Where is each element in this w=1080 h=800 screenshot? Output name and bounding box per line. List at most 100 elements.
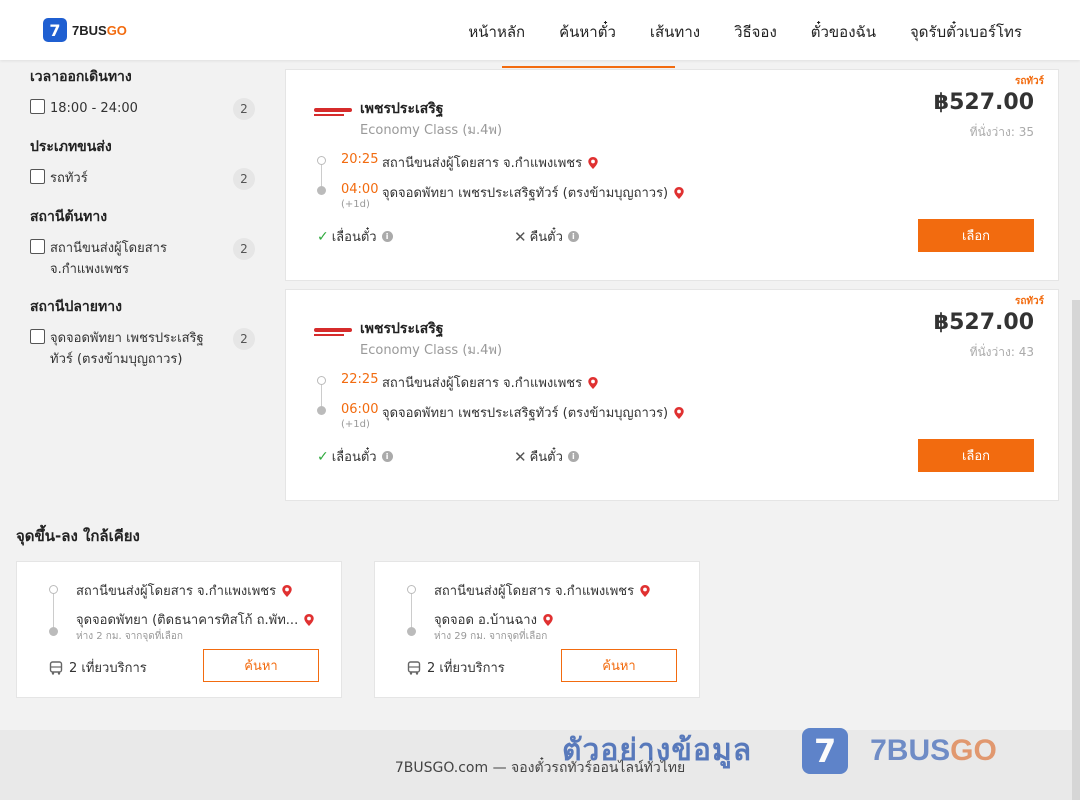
bus-icon <box>407 660 421 675</box>
filter-option[interactable]: จุดจอดพัทยา เพชรประเสริฐทัวร์ (ตรงข้ามบุ… <box>30 328 255 370</box>
logo-mark: 7 <box>43 18 67 42</box>
filter-option[interactable]: รถทัวร์ 2 <box>30 168 255 190</box>
operator-logo <box>314 328 352 338</box>
main-nav: หน้าหลัก ค้นหาตั๋ว เส้นทาง วิธีจอง ตั๋วข… <box>434 20 1022 44</box>
nearby-search-button[interactable]: ค้นหา <box>561 649 677 682</box>
arrival-time: 04:00 <box>341 182 379 197</box>
page-scrollbar[interactable] <box>1072 300 1080 800</box>
nearby-distance: ห่าง 2 กม. จากจุดที่เลือก <box>76 631 183 642</box>
departure-stop[interactable]: สถานีขนส่งผู้โดยสาร จ.กำแพงเพชร <box>382 152 599 173</box>
filter-group-transport-type: ประเภทขนส่ง รถทัวร์ 2 <box>30 136 255 190</box>
info-icon[interactable]: i <box>381 231 393 242</box>
filter-checkbox[interactable] <box>30 329 45 344</box>
transport-type-tag: รถทัวร์ <box>1014 296 1044 307</box>
nearby-destination[interactable]: จุดจอด อ.บ้านฉาง <box>434 609 554 630</box>
map-pin-icon <box>304 613 314 626</box>
map-pin-icon <box>543 613 553 626</box>
departure-stop[interactable]: สถานีขนส่งผู้โดยสาร จ.กำแพงเพชร <box>382 372 599 393</box>
route-destination-dot <box>49 627 58 636</box>
info-icon[interactable]: i <box>381 451 393 462</box>
next-day-indicator: (+1d) <box>341 419 370 430</box>
route-destination-dot <box>317 186 326 195</box>
route-destination-dot <box>407 627 416 636</box>
reschedule-policy: ✓ เลื่อนตั๋ว i <box>317 226 393 247</box>
select-trip-button[interactable]: เลือก <box>918 219 1034 252</box>
filter-group-departure-time: เวลาออกเดินทาง 18:00 - 24:00 2 <box>30 66 255 120</box>
filter-checkbox[interactable] <box>30 99 45 114</box>
map-pin-icon <box>588 376 598 389</box>
nav-routes[interactable]: เส้นทาง <box>650 20 700 44</box>
filter-sidebar: เวลาออกเดินทาง 18:00 - 24:00 2 ประเภทขนส… <box>30 66 255 386</box>
map-pin-icon <box>588 156 598 169</box>
filter-option[interactable]: สถานีขนส่งผู้โดยสาร จ.กำแพงเพชร 2 <box>30 238 255 280</box>
route-origin-dot <box>317 156 326 165</box>
logo-text-b: GO <box>106 22 127 38</box>
route-line <box>411 592 412 630</box>
nav-how-to-book[interactable]: วิธีจอง <box>734 20 777 44</box>
filter-title: เวลาออกเดินทาง <box>30 69 132 85</box>
ticket-price: ฿527.00 <box>933 90 1034 115</box>
departure-stop-label: สถานีขนส่งผู้โดยสาร จ.กำแพงเพชร <box>382 156 583 171</box>
watermark-text: ตัวอย่างข้อมูล <box>562 733 753 768</box>
filter-count-badge: 2 <box>233 98 255 120</box>
operator-name: เพชรประเสริฐ <box>360 101 444 117</box>
watermark-brand-b: GO <box>950 733 997 767</box>
nearby-destination[interactable]: จุดจอดพัทยา (ติดธนาคารทิสโก้ ถ.พัท... <box>76 609 315 630</box>
route-origin-dot <box>317 376 326 385</box>
filter-title: สถานีปลายทาง <box>30 299 122 315</box>
filter-count-badge: 2 <box>233 328 255 350</box>
filter-title: สถานีต้นทาง <box>30 209 108 225</box>
route-line <box>321 163 322 187</box>
transport-type-tag: รถทัวร์ <box>1014 76 1044 87</box>
nearby-trip-count-label: 2 เที่ยวบริการ <box>427 661 505 676</box>
filter-option[interactable]: 18:00 - 24:00 2 <box>30 98 255 120</box>
info-icon[interactable]: i <box>567 451 579 462</box>
refund-label: คืนตั๋ว <box>529 230 563 245</box>
nearby-origin-label: สถานีขนส่งผู้โดยสาร จ.กำแพงเพชร <box>76 584 277 599</box>
site-logo[interactable]: 7 7BUSGO <box>43 18 127 42</box>
nav-ticket-pickup-points[interactable]: จุดรับตั๋วเบอร์โทร <box>910 20 1022 44</box>
seats-available: ที่นั่งว่าง: 43 <box>969 345 1034 359</box>
active-sort-tab-underline <box>502 66 675 68</box>
nearby-origin[interactable]: สถานีขนส่งผู้โดยสาร จ.กำแพงเพชร <box>76 580 293 601</box>
nearby-destination-label: จุดจอดพัทยา (ติดธนาคารทิสโก้ ถ.พัท... <box>76 613 299 628</box>
nearby-route-card: สถานีขนส่งผู้โดยสาร จ.กำแพงเพชร จุดจอดพั… <box>16 561 342 698</box>
seats-available: ที่นั่งว่าง: 35 <box>969 125 1034 139</box>
logo-text-a: 7BUS <box>72 22 107 38</box>
operator-name: เพชรประเสริฐ <box>360 321 444 337</box>
trip-card: รถทัวร์ เพชรประเสริฐ Economy Class (ม.4พ… <box>285 289 1059 501</box>
cross-icon: ✕ <box>514 227 527 246</box>
route-origin-dot <box>407 585 416 594</box>
nearby-trip-count-label: 2 เที่ยวบริการ <box>69 661 147 676</box>
nearby-destination-label: จุดจอด อ.บ้านฉาง <box>434 613 537 628</box>
filter-checkbox[interactable] <box>30 239 45 254</box>
arrival-stop[interactable]: จุดจอดพัทยา เพชรประเสริฐทัวร์ (ตรงข้ามบุ… <box>382 182 685 203</box>
bus-class: Economy Class (ม.4พ) <box>360 343 503 358</box>
nearby-trip-count: 2 เที่ยวบริการ <box>49 657 147 678</box>
checkmark-icon: ✓ <box>317 448 329 465</box>
nearby-trip-count: 2 เที่ยวบริการ <box>407 657 505 678</box>
route-destination-dot <box>317 406 326 415</box>
nearby-origin-label: สถานีขนส่งผู้โดยสาร จ.กำแพงเพชร <box>434 584 635 599</box>
filter-group-origin-station: สถานีต้นทาง สถานีขนส่งผู้โดยสาร จ.กำแพงเ… <box>30 206 255 280</box>
filter-checkbox[interactable] <box>30 169 45 184</box>
filter-option-label: รถทัวร์ <box>50 171 88 186</box>
route-origin-dot <box>49 585 58 594</box>
info-icon[interactable]: i <box>567 231 579 242</box>
departure-time: 20:25 <box>341 152 379 167</box>
nearby-distance: ห่าง 29 กม. จากจุดที่เลือก <box>434 631 548 642</box>
bus-icon <box>49 660 63 675</box>
nav-search-tickets[interactable]: ค้นหาตั๋ว <box>559 20 616 44</box>
map-pin-icon <box>674 406 684 419</box>
watermark-brand: 7BUSGO <box>870 734 997 768</box>
filter-option-label: 18:00 - 24:00 <box>50 101 138 116</box>
nearby-origin[interactable]: สถานีขนส่งผู้โดยสาร จ.กำแพงเพชร <box>434 580 651 601</box>
arrival-stop[interactable]: จุดจอดพัทยา เพชรประเสริฐทัวร์ (ตรงข้ามบุ… <box>382 402 685 423</box>
watermark-brand-a: 7BUS <box>870 733 951 767</box>
watermark: ตัวอย่างข้อมูล 7 7BUSGO <box>562 727 997 774</box>
nearby-search-button[interactable]: ค้นหา <box>203 649 319 682</box>
arrival-stop-label: จุดจอดพัทยา เพชรประเสริฐทัวร์ (ตรงข้ามบุ… <box>382 186 669 201</box>
nav-my-tickets[interactable]: ตั๋วของฉัน <box>811 20 876 44</box>
select-trip-button[interactable]: เลือก <box>918 439 1034 472</box>
nav-home[interactable]: หน้าหลัก <box>468 20 525 44</box>
